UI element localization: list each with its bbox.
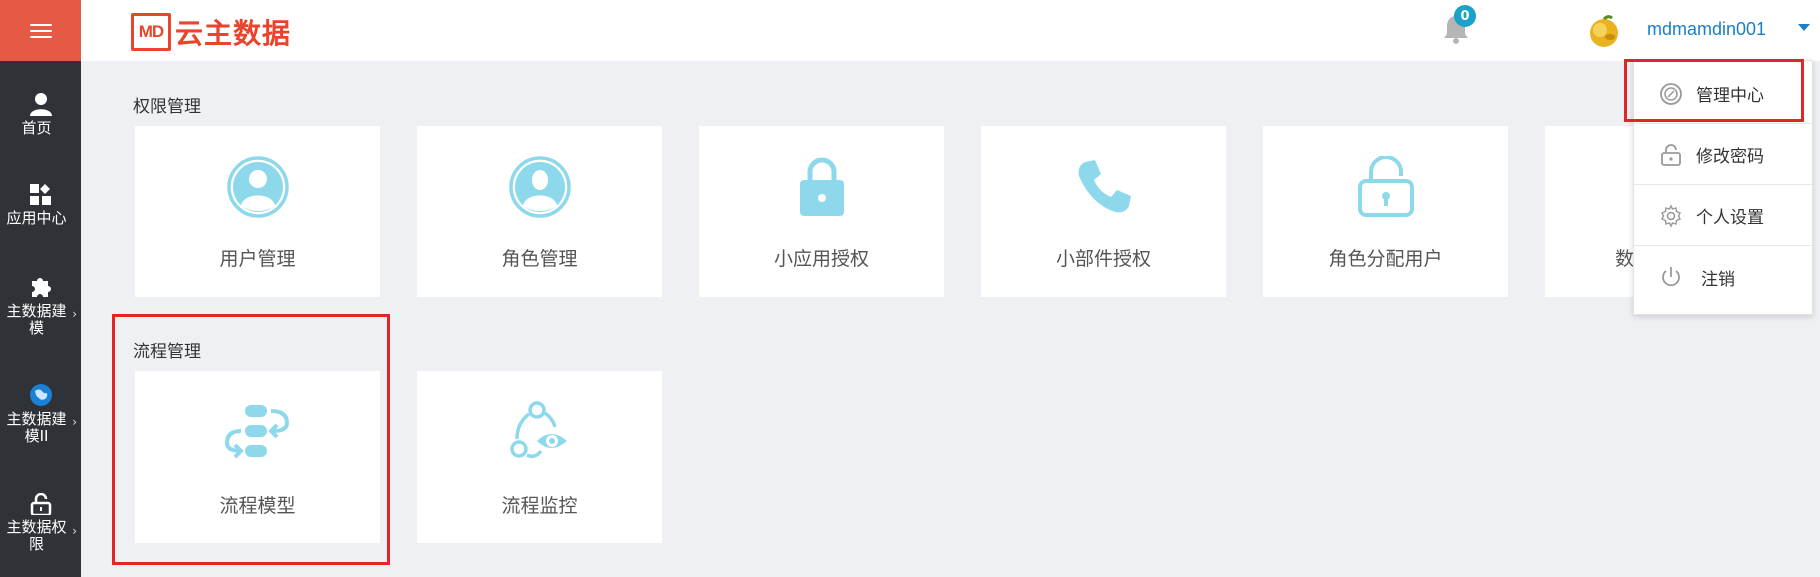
- sidebar-item-label: 主数据建模: [6, 302, 67, 337]
- user-icon: [0, 92, 81, 116]
- sidebar-item-label: 应用中心: [6, 209, 67, 227]
- username-link[interactable]: mdmamdin001: [1647, 19, 1766, 40]
- lock-icon: [699, 156, 944, 218]
- tile-user-management[interactable]: 用户管理: [135, 126, 380, 297]
- tile-process-monitor[interactable]: 流程监控: [417, 371, 662, 543]
- tile-app-authorization[interactable]: 小应用授权: [699, 126, 944, 297]
- sidebar: 首页 应用中心 主数据建模 › 主数据建模II › 主数据权限 ›: [0, 0, 81, 577]
- role-avatar-icon: [417, 156, 662, 218]
- menu-item-label: 个人设置: [1696, 208, 1764, 228]
- logo-mark: MD: [131, 13, 171, 51]
- tile-label: 流程监控: [501, 495, 578, 517]
- sidebar-item-label: 首页: [21, 119, 52, 137]
- menu-toggle-button[interactable]: [0, 0, 81, 61]
- menu-item-personal-settings[interactable]: 个人设置: [1634, 186, 1812, 246]
- caret-down-icon[interactable]: [1798, 24, 1810, 31]
- sidebar-item-mdm-modeling[interactable]: 主数据建模 ›: [0, 275, 81, 337]
- tile-label: 数: [1615, 248, 1635, 270]
- top-header: MD 云主数据: [81, 0, 1820, 61]
- brand-logo[interactable]: MD 云主数据: [131, 12, 291, 52]
- lock-icon: [0, 493, 81, 515]
- unlock-icon: [1263, 156, 1508, 218]
- notification-badge: 0: [1454, 5, 1476, 27]
- sidebar-item-mdm-permissions[interactable]: 主数据权限 ›: [0, 493, 81, 553]
- menu-item-label: 注销: [1701, 269, 1735, 290]
- sidebar-item-app-center[interactable]: 应用中心: [0, 184, 81, 227]
- tile-label: 角色管理: [501, 248, 578, 270]
- menu-item-change-password[interactable]: 修改密码: [1634, 125, 1812, 185]
- logo-text: 云主数据: [175, 17, 292, 50]
- tile-partially-hidden[interactable]: 数: [1545, 126, 1635, 297]
- puzzle-icon: [0, 275, 81, 299]
- chevron-right-icon: ›: [72, 524, 77, 538]
- power-icon: [1658, 264, 1684, 290]
- section-title-permission: 权限管理: [133, 97, 201, 117]
- gear-icon: [1658, 203, 1684, 229]
- tile-role-assign-users[interactable]: 角色分配用户: [1263, 126, 1508, 297]
- globe-icon: [0, 383, 81, 407]
- user-avatar-icon: [135, 156, 380, 218]
- unlock-icon: [1658, 142, 1684, 168]
- sidebar-item-home[interactable]: 首页: [0, 92, 81, 137]
- phone-icon: [981, 156, 1226, 218]
- highlight-box-process-model: [112, 314, 390, 565]
- chevron-right-icon: ›: [72, 307, 77, 321]
- highlight-box-admin-center: [1624, 59, 1804, 122]
- hamburger-icon: [29, 20, 52, 42]
- tile-label: 小部件授权: [1055, 248, 1151, 270]
- chevron-right-icon: ›: [72, 415, 77, 429]
- tile-label: 用户管理: [219, 248, 296, 270]
- sidebar-item-label: 主数据权限: [6, 518, 67, 553]
- sidebar-item-mdm-modeling-ii[interactable]: 主数据建模II ›: [0, 383, 81, 445]
- apps-icon: [0, 184, 81, 206]
- menu-item-label: 修改密码: [1696, 147, 1764, 167]
- tile-label: 角色分配用户: [1328, 248, 1443, 270]
- tile-widget-authorization[interactable]: 小部件授权: [981, 126, 1226, 297]
- avatar[interactable]: [1586, 13, 1622, 49]
- process-monitor-icon: [417, 401, 662, 461]
- menu-item-logout[interactable]: 注销: [1634, 247, 1812, 307]
- tile-role-management[interactable]: 角色管理: [417, 126, 662, 297]
- sidebar-item-label: 主数据建模II: [6, 410, 67, 445]
- tile-label: 小应用授权: [773, 248, 869, 270]
